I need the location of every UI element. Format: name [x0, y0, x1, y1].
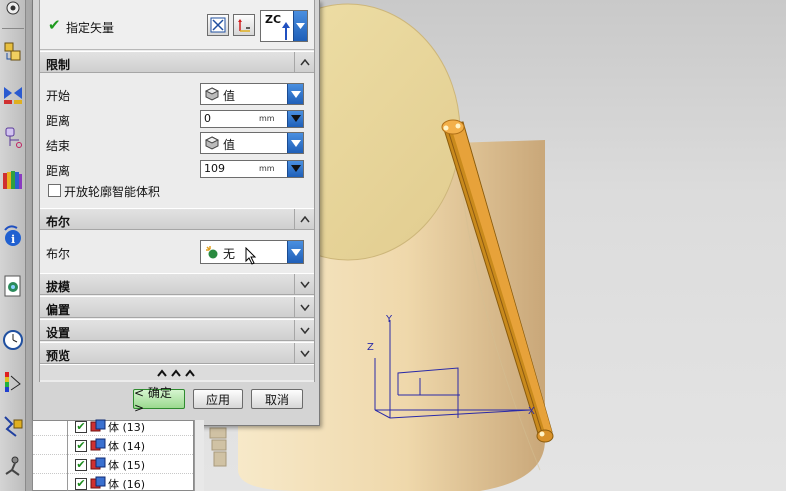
- boolean-none-icon: [206, 246, 218, 259]
- axis-label-x: X: [528, 406, 535, 417]
- background-part: [209, 427, 227, 467]
- end-select-value: 值: [223, 138, 236, 152]
- vector-type-select[interactable]: ZC: [260, 10, 308, 42]
- vector-constructor-button[interactable]: [233, 14, 255, 36]
- vector-axis-label: ZC: [265, 13, 282, 26]
- chevron-down-icon[interactable]: [287, 84, 303, 104]
- section-limits[interactable]: 限制: [40, 51, 314, 73]
- start-distance-input[interactable]: 0 mm: [200, 110, 304, 128]
- svg-text:i: i: [11, 233, 15, 246]
- document-icon[interactable]: [1, 272, 25, 300]
- start-label: 开始: [46, 89, 71, 103]
- color-icon[interactable]: [1, 368, 25, 396]
- end-distance-input[interactable]: 109 mm: [200, 160, 304, 178]
- chevron-up-icon[interactable]: [294, 52, 314, 73]
- part-navigator: ✔ 体 (13) ✔ 体 (14) ✔ 体 (15) ✔ 体 (16): [32, 417, 194, 491]
- section-offset-title: 偏置: [46, 303, 71, 317]
- navigator-row-label: 体 (16): [108, 478, 146, 491]
- robot-icon[interactable]: [1, 452, 25, 480]
- datum-icon[interactable]: [1, 124, 25, 152]
- mouse-cursor-icon: [245, 247, 257, 265]
- chevron-down-icon[interactable]: [293, 11, 307, 41]
- chevron-down-icon[interactable]: [287, 133, 303, 153]
- chevron-down-icon[interactable]: [294, 274, 314, 295]
- open-profile-label: 开放轮廓智能体积: [64, 185, 161, 199]
- chevron-down-icon[interactable]: [294, 320, 314, 341]
- body-icon: [90, 457, 106, 470]
- section-draft[interactable]: 拔模: [40, 273, 314, 295]
- navigator-row[interactable]: ✔ 体 (15): [33, 455, 193, 474]
- more-options-toggle[interactable]: [40, 364, 314, 380]
- chevron-down-icon[interactable]: [294, 297, 314, 318]
- body-icon: [90, 476, 106, 489]
- start-select[interactable]: 值: [200, 83, 304, 105]
- navigator-scroll-area[interactable]: [194, 420, 204, 491]
- arrow-up-icon: [282, 22, 290, 40]
- section-boolean[interactable]: 布尔: [40, 208, 314, 230]
- spinner-down-icon[interactable]: [287, 161, 303, 177]
- section-preview-title: 预览: [46, 349, 71, 363]
- body-icon: [90, 438, 106, 451]
- reverse-direction-button[interactable]: [207, 14, 229, 36]
- visibility-checkbox[interactable]: ✔: [75, 440, 87, 452]
- chevron-down-icon[interactable]: [287, 241, 303, 263]
- spinner-down-icon[interactable]: [287, 111, 303, 127]
- boolean-select-value: 无: [223, 247, 236, 261]
- end-label: 结束: [46, 139, 71, 153]
- navigator-row-label: 体 (14): [108, 440, 146, 453]
- section-offset[interactable]: 偏置: [40, 296, 314, 318]
- navigator-row[interactable]: ✔ 体 (13): [33, 417, 193, 436]
- chevron-up-icon[interactable]: [294, 209, 314, 230]
- navigator-row[interactable]: ✔ 体 (14): [33, 436, 193, 455]
- navigator-row-label: 体 (15): [108, 459, 146, 472]
- start-distance-unit: mm: [259, 114, 275, 123]
- axis-label-z: Z: [367, 342, 374, 353]
- value-cube-icon: [205, 136, 219, 150]
- info-icon[interactable]: i: [1, 222, 25, 250]
- specify-vector-label: 指定矢量: [66, 21, 115, 35]
- dialog-body: ✔ 指定矢量 ZC 限制 开始 值 距离 0 mm 结束 值 距离 109 mm…: [39, 0, 315, 382]
- axis-label-y: Y: [385, 314, 393, 325]
- visibility-checkbox[interactable]: ✔: [75, 421, 87, 433]
- apply-button[interactable]: 应用: [193, 389, 243, 409]
- check-icon: ✔: [48, 16, 61, 34]
- cancel-button[interactable]: 取消: [251, 389, 303, 409]
- body-icon: [90, 419, 106, 432]
- navigator-row[interactable]: ✔ 体 (16): [33, 474, 193, 491]
- reverse-direction-icon: [210, 17, 226, 33]
- section-boolean-title: 布尔: [46, 215, 71, 229]
- start-distance-value: 0: [204, 112, 211, 125]
- sketch-icon[interactable]: [1, 38, 25, 66]
- end-distance-label: 距离: [46, 164, 71, 178]
- section-limits-title: 限制: [46, 58, 71, 72]
- visibility-checkbox[interactable]: ✔: [75, 459, 87, 471]
- ok-button[interactable]: < 确定 >: [133, 386, 185, 415]
- end-distance-value: 109: [204, 162, 225, 175]
- visibility-checkbox[interactable]: ✔: [75, 478, 87, 490]
- start-distance-label: 距离: [46, 114, 71, 128]
- clock-icon[interactable]: [1, 326, 25, 354]
- boolean-label: 布尔: [46, 247, 71, 261]
- vector-constructor-icon: [238, 19, 250, 32]
- end-select[interactable]: 值: [200, 132, 304, 154]
- expand-more-icon: [157, 368, 195, 377]
- section-settings-title: 设置: [46, 326, 71, 340]
- gear-icon[interactable]: [1, 0, 25, 22]
- chevron-down-icon[interactable]: [294, 343, 314, 364]
- specify-vector-row: ✔ 指定矢量 ZC: [40, 0, 314, 50]
- book-icon[interactable]: [1, 166, 25, 194]
- analysis-icon[interactable]: [1, 412, 25, 440]
- navigator-row-label: 体 (13): [108, 421, 146, 434]
- section-preview[interactable]: 预览: [40, 342, 314, 364]
- mirror-icon[interactable]: [1, 80, 25, 108]
- open-profile-checkbox[interactable]: [48, 184, 61, 197]
- value-cube-icon: [205, 87, 219, 101]
- section-draft-title: 拔模: [46, 280, 71, 294]
- boolean-select[interactable]: 无: [200, 240, 304, 265]
- end-distance-unit: mm: [259, 164, 275, 173]
- resource-toolbar: i: [0, 0, 26, 491]
- extrude-dialog: ✔ 指定矢量 ZC 限制 开始 值 距离 0 mm 结束 值 距离 109 mm…: [32, 0, 320, 426]
- section-settings[interactable]: 设置: [40, 319, 314, 341]
- start-select-value: 值: [223, 89, 236, 103]
